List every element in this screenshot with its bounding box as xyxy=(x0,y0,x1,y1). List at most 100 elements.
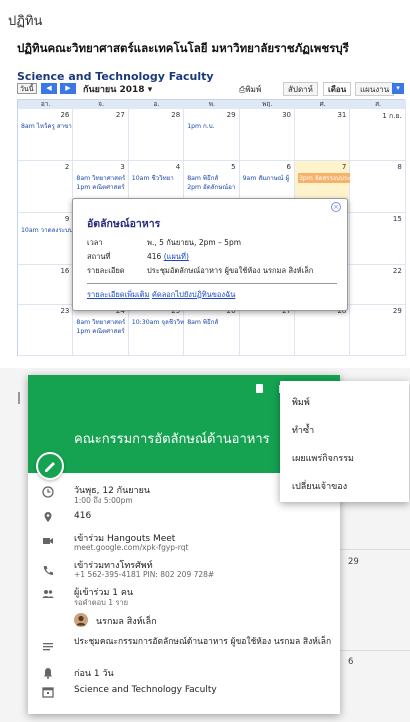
chevron-down-icon: ▾ xyxy=(147,85,153,95)
guest-name: นรกมล สิงห์เล็ก xyxy=(96,617,157,627)
where-value: 416 xyxy=(147,252,162,261)
today-button[interactable]: วันนี้ xyxy=(17,83,37,94)
day-cell[interactable]: 29 xyxy=(350,305,406,356)
guests-pending: รอคำตอบ 1 ราย xyxy=(74,598,129,607)
day-cell[interactable]: 8 xyxy=(350,161,406,213)
day-number: 2 xyxy=(64,163,70,171)
day-cell[interactable]: 16 xyxy=(18,265,74,305)
day-number: 23 xyxy=(60,307,70,315)
phone-value[interactable]: +1 562-395-4181 PIN: 802 209 728# xyxy=(74,570,214,579)
day-number: 6 xyxy=(286,163,291,171)
bell-icon xyxy=(44,668,52,679)
weekday-wed: พ. xyxy=(184,100,240,109)
day-cell[interactable]: 26 8am ไหว้ครู สาขา xyxy=(18,109,74,161)
menu-item-duplicate[interactable]: ทำซ้ำ xyxy=(292,423,314,437)
map-link[interactable]: (แผนที่) xyxy=(164,252,189,261)
edit-button[interactable] xyxy=(36,452,64,480)
day-cell[interactable]: 24 8am วิทยาศาสตร์ 1pm คณิตศาสตร์ xyxy=(73,305,129,356)
background-fragment xyxy=(18,392,20,404)
event-item[interactable]: 2pm อัดลักษณ์อา xyxy=(187,182,239,192)
day-cell[interactable]: 27 xyxy=(239,305,295,356)
calendar-toolbar: วันนี้ ◀ ▶ กันยายน 2018 ▾ ⎙พิมพ์ สัปดาห์… xyxy=(17,82,405,98)
copy-to-calendar-link[interactable]: คัดลอกไปยังปฏิทินของฉัน xyxy=(152,290,236,299)
day-cell[interactable]: 1 ก.ย. xyxy=(350,109,406,161)
day-number: 3 xyxy=(120,163,125,171)
event-item[interactable]: 10am วาดลงระบบ xyxy=(21,225,73,235)
clock-icon xyxy=(42,486,54,498)
trash-icon[interactable] xyxy=(256,384,263,393)
month-selector[interactable]: กันยายน 2018 ▾ xyxy=(83,82,152,96)
page-title: ปฏิทิน xyxy=(8,14,43,29)
weekday-tue: อ. xyxy=(128,100,185,109)
avatar xyxy=(74,613,88,627)
menu-item-publish[interactable]: เผยแพร่กิจกรรม xyxy=(292,451,354,465)
more-details-link[interactable]: รายละเอียดเพิ่มเติม xyxy=(87,290,149,299)
tab-week[interactable]: สัปดาห์ xyxy=(283,82,318,96)
agenda-dropdown-icon[interactable]: ▾ xyxy=(392,83,404,94)
tab-agenda[interactable]: แผนงาน xyxy=(355,82,395,96)
event-item[interactable]: 1pm ก.บ. xyxy=(187,121,239,131)
day-cell[interactable]: 28 xyxy=(295,305,351,356)
month-label: กันยายน 2018 xyxy=(83,85,145,95)
where-value-wrap: 416 (แผนที่) xyxy=(147,251,189,263)
desc-value: ประชุมอัตลักษณ์อาหาร ผู้ขอใช้ห้อง นรกมล … xyxy=(147,266,314,275)
background-day-number: 29 xyxy=(348,557,359,567)
event-item[interactable]: 10:30am จุลชีววิทยา xyxy=(132,317,184,327)
menu-item-print[interactable]: พิมพ์ xyxy=(292,395,310,409)
day-cell[interactable]: 22 xyxy=(350,265,406,305)
bubble-title: อัตลักษณ์อาหาร xyxy=(87,218,161,230)
desc-label: รายละเอียด xyxy=(87,266,125,275)
divider xyxy=(87,283,337,284)
day-cell[interactable]: 29 1pm ก.บ. xyxy=(184,109,240,161)
menu-item-change-owner[interactable]: เปลี่ยนเจ้าของ xyxy=(292,479,347,493)
event-time: 1:00 ถึง 5:00pm xyxy=(74,496,133,505)
day-number: 9 xyxy=(64,215,70,223)
day-number: 30 xyxy=(282,111,291,119)
day-number: 7 xyxy=(341,163,347,171)
event-item[interactable]: 8am พิธีกส์ xyxy=(187,317,239,327)
event-item[interactable]: 1pm คณิตศาสตร์ xyxy=(76,326,128,336)
divider xyxy=(340,650,410,651)
day-cell[interactable]: 2 xyxy=(18,161,74,213)
day-number: 5 xyxy=(231,163,236,171)
event-item[interactable]: 9am สัมภาษณ์ ผู้ xyxy=(243,173,295,183)
weekday-mon: จ. xyxy=(73,100,129,109)
print-label: พิมพ์ xyxy=(245,85,262,94)
event-room: 416 xyxy=(74,511,92,521)
event-reminder: ก่อน 1 วัน xyxy=(74,669,114,679)
print-button[interactable]: ⎙พิมพ์ xyxy=(239,83,261,96)
prev-month-icon[interactable]: ◀ xyxy=(41,83,57,94)
meet-link[interactable]: meet.google.com/xpk-fgyp-rqt xyxy=(74,543,188,552)
day-cell[interactable]: 26 8am พิธีกส์ xyxy=(184,305,240,356)
when-value: พ., 5 กันยายน, 2pm – 5pm xyxy=(147,238,242,247)
background-day-number: 6 xyxy=(348,657,354,667)
next-month-icon[interactable]: ▶ xyxy=(60,83,76,94)
day-cell[interactable]: 23 xyxy=(18,305,74,356)
event-item[interactable]: 3pm จัดสรรงบประ xyxy=(298,173,350,183)
event-item[interactable]: 1pm คณิตศาสตร์ xyxy=(76,182,128,192)
weekday-sun: อา. xyxy=(18,100,74,109)
day-number: 28 xyxy=(171,111,181,119)
day-cell[interactable]: 27 xyxy=(73,109,129,161)
day-cell[interactable]: 2510:30am จุลชีววิทยา xyxy=(128,305,185,356)
divider xyxy=(340,549,410,550)
day-cell[interactable]: 9 10am วาดลงระบบ xyxy=(18,213,74,265)
day-cell[interactable]: 31 xyxy=(295,109,351,161)
event-item[interactable]: 8am ไหว้ครู สาขา xyxy=(21,121,73,131)
day-cell[interactable]: 15 xyxy=(350,213,406,265)
day-number: 1 ก.ย. xyxy=(382,112,402,120)
more-options-menu: พิมพ์ ทำซ้ำ เผยแพร่กิจกรรม เปลี่ยนเจ้าขอ… xyxy=(280,381,409,502)
weekday-thu: พฤ. xyxy=(239,100,295,109)
close-icon[interactable]: × xyxy=(331,202,341,212)
bubble-links: รายละเอียดเพิ่มเติม คัดลอกไปยังปฏิทินของ… xyxy=(87,289,235,301)
event-calendar-name: Science and Technology Faculty xyxy=(74,685,217,695)
weekday-fri: ศ. xyxy=(295,100,351,109)
day-cell[interactable]: 30 xyxy=(239,109,295,161)
calendar-icon xyxy=(42,687,54,698)
weekday-sat: ส. xyxy=(350,100,406,109)
day-cell[interactable]: 28 xyxy=(128,109,185,161)
tab-month[interactable]: เดือน xyxy=(323,82,352,96)
video-icon xyxy=(43,538,53,544)
event-bubble: × อัตลักษณ์อาหาร เวลา พ., 5 กันยายน, 2pm … xyxy=(72,198,348,311)
event-item[interactable]: 10am ชีววิทยา xyxy=(132,173,184,183)
